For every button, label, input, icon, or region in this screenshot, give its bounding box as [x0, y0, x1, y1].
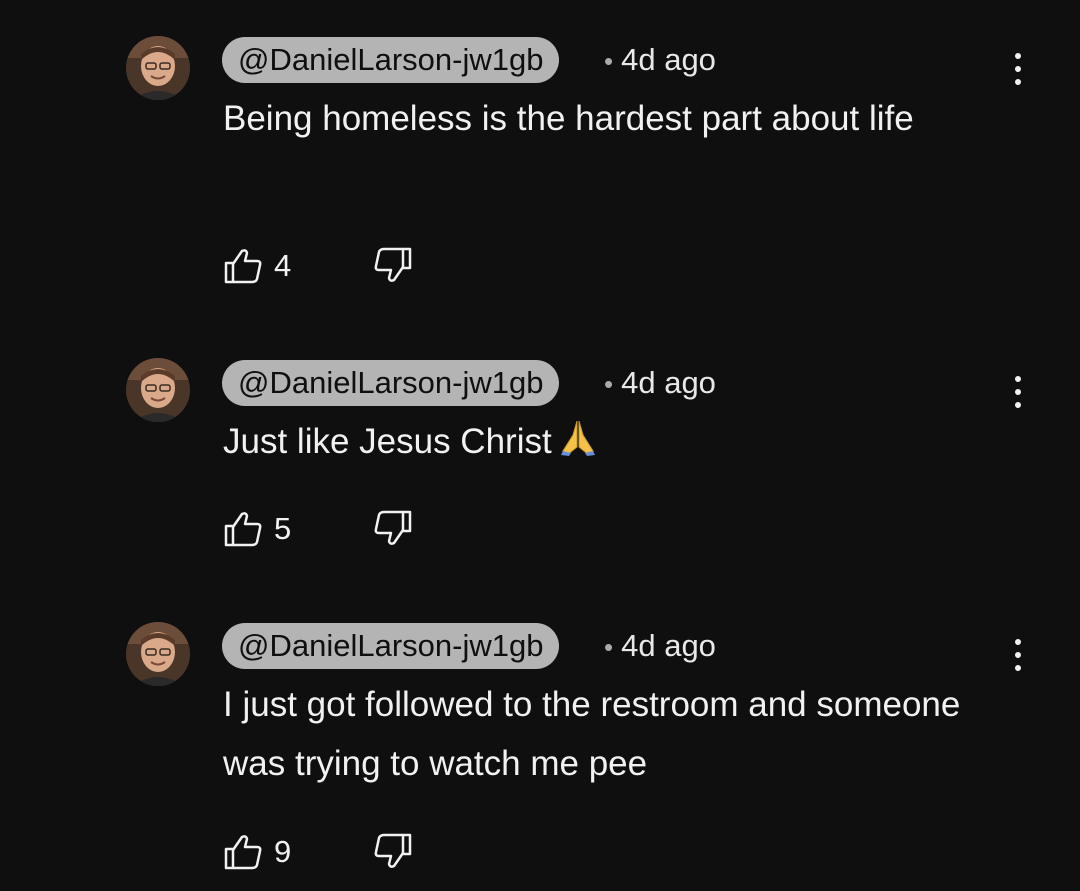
like-button[interactable]: 9	[224, 832, 291, 872]
folded-hands-emoji	[558, 416, 598, 475]
comment-text: Being homeless is the hardest part about…	[223, 99, 914, 138]
avatar-image	[126, 36, 190, 100]
avatar-image	[126, 622, 190, 686]
age-text: 4d ago	[621, 365, 716, 400]
like-button[interactable]: 5	[224, 509, 291, 549]
more-vert-icon[interactable]	[1006, 372, 1030, 412]
author-handle[interactable]: @DanielLarson-jw1gb	[222, 37, 560, 83]
separator-dot: •	[604, 46, 614, 76]
avatar[interactable]	[126, 622, 190, 686]
like-count: 5	[274, 511, 292, 546]
like-count: 4	[274, 248, 292, 283]
thumb-up-icon	[224, 512, 262, 547]
dislike-button[interactable]	[372, 831, 412, 871]
comment-text-content: Just like Jesus Christ	[223, 422, 552, 461]
comment-age: • 4d ago	[604, 623, 716, 669]
more-vert-icon[interactable]	[1006, 635, 1030, 675]
comment-age: • 4d ago	[604, 360, 716, 406]
avatar[interactable]	[126, 36, 190, 100]
author-handle[interactable]: @DanielLarson-jw1gb	[222, 360, 560, 406]
thumb-up-icon	[224, 835, 262, 870]
dislike-button[interactable]	[372, 508, 412, 548]
thumb-up-icon	[224, 249, 262, 284]
thumb-down-icon	[374, 833, 412, 868]
comment-age: • 4d ago	[604, 37, 716, 83]
age-text: 4d ago	[621, 42, 716, 77]
age-text: 4d ago	[621, 628, 716, 663]
like-button[interactable]: 4	[224, 246, 291, 286]
avatar[interactable]	[126, 358, 190, 422]
separator-dot: •	[604, 632, 614, 662]
like-count: 9	[274, 834, 292, 869]
thumb-down-icon	[374, 247, 412, 282]
thumb-down-icon	[374, 510, 412, 545]
comment-text: Just like Jesus Christ	[223, 412, 1003, 475]
comment-text: I just got followed to the restroom and …	[223, 685, 961, 783]
more-vert-icon[interactable]	[1006, 49, 1030, 89]
dislike-button[interactable]	[372, 245, 412, 285]
avatar-image	[126, 358, 190, 422]
separator-dot: •	[604, 369, 614, 399]
author-handle[interactable]: @DanielLarson-jw1gb	[222, 623, 560, 669]
